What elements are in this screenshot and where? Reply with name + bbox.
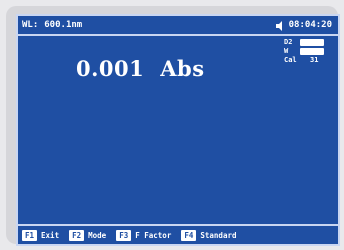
lamp-status-bar: [300, 39, 324, 46]
function-key-f4[interactable]: F4: [181, 229, 197, 241]
calibration-label: Cal: [284, 56, 297, 64]
softkey-label: Mode: [88, 230, 107, 240]
softkey-bar: F1 Exit F2 Mode F3 F Factor F4 Standard: [18, 224, 338, 244]
function-key-f3[interactable]: F3: [116, 229, 132, 241]
softkey-f-factor[interactable]: F3 F Factor: [116, 229, 177, 241]
lamp-indicators: D2 W Cal 31: [284, 38, 330, 65]
status-bar: WL: 600.1nm 08:04:20: [18, 16, 338, 36]
lamp-indicator-d2: D2: [284, 38, 330, 47]
softkey-label: F Factor: [135, 230, 172, 240]
lamp-status-bar: [300, 48, 324, 55]
measurement-unit: Abs: [160, 56, 205, 81]
function-key-f2[interactable]: F2: [69, 229, 85, 241]
function-key-f1[interactable]: F1: [22, 229, 38, 241]
measurement-display: 0.001 Abs: [76, 56, 205, 81]
wavelength-label: WL:: [22, 20, 39, 30]
clock: 08:04:20: [288, 20, 332, 30]
softkey-standard[interactable]: F4 Standard: [181, 229, 242, 241]
lamp-indicator-label: D2: [284, 38, 293, 46]
lamp-indicator-w: W: [284, 47, 330, 56]
softkey-exit[interactable]: F1 Exit: [22, 229, 65, 241]
device-bezel: WL: 600.1nm 08:04:20 0.001 Abs D2 W Cal …: [6, 6, 340, 246]
softkey-mode[interactable]: F2 Mode: [69, 229, 112, 241]
lcd-screen: WL: 600.1nm 08:04:20 0.001 Abs D2 W Cal …: [16, 14, 340, 246]
softkey-label: Standard: [200, 230, 237, 240]
calibration-indicator: Cal 31: [284, 56, 330, 65]
calibration-value: 31: [310, 56, 319, 64]
measurement-value: 0.001: [76, 56, 145, 81]
speaker-icon: [275, 20, 285, 31]
softkey-label: Exit: [41, 230, 60, 240]
lamp-indicator-label: W: [284, 47, 289, 55]
wavelength-value: 600.1nm: [44, 20, 83, 30]
